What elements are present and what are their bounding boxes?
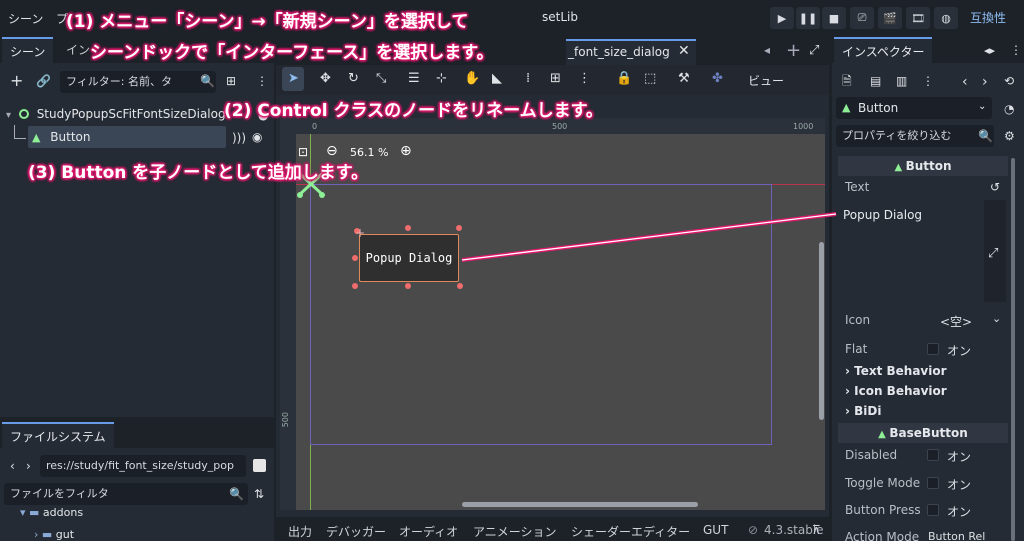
callout-step1-line1: (1) メニュー「シーン」→「新規シーン」を選択して <box>66 12 469 32</box>
callout-line <box>461 212 837 262</box>
godot-editor: シーン プ setLib ▶ ❚❚ ■ ⎚ 🎬 🎞 ◍ 互換性 シーン イン +… <box>0 0 1024 541</box>
callout-step3: (3) Button を子ノードとして追加します。 <box>28 163 369 183</box>
callout-step1-line2: シーンドックで「インターフェース」を選択します。 <box>90 43 494 63</box>
callout-step2: (2) Control クラスのノードをリネームします。 <box>224 101 603 121</box>
